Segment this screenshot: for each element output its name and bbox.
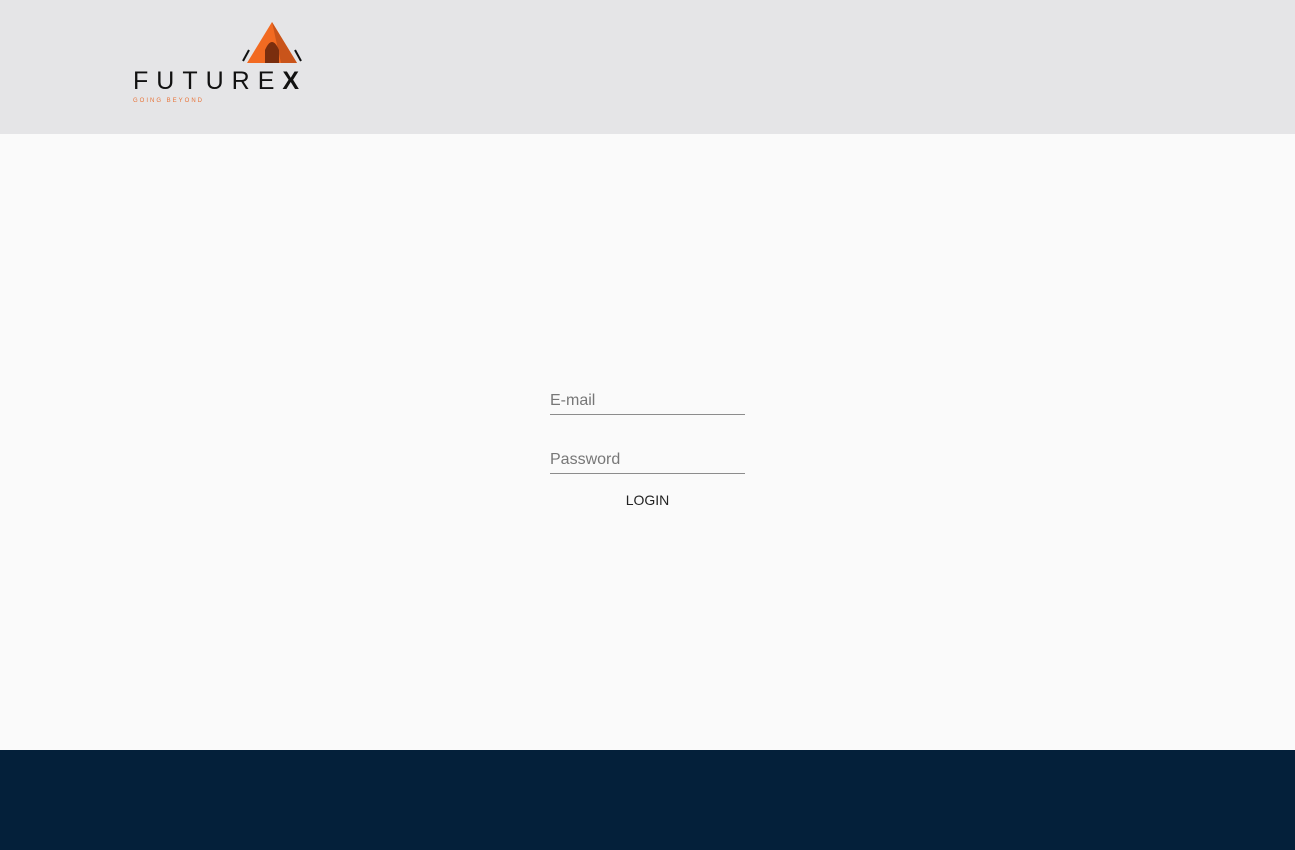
tent-icon bbox=[242, 22, 302, 63]
login-button[interactable]: LOGIN bbox=[550, 490, 745, 510]
password-field[interactable] bbox=[550, 451, 745, 469]
logo-wordmark: FUTUREX bbox=[133, 67, 300, 95]
login-form: LOGIN bbox=[550, 384, 745, 508]
futurex-logo[interactable]: FUTUREX GOING BEYOND bbox=[133, 20, 303, 106]
header: FUTUREX GOING BEYOND bbox=[0, 0, 1295, 134]
email-field[interactable] bbox=[550, 392, 745, 410]
main-content: LOGIN bbox=[0, 134, 1295, 750]
email-field-container bbox=[550, 384, 745, 415]
password-field-container bbox=[550, 443, 745, 474]
footer bbox=[0, 750, 1295, 850]
logo-tagline: GOING BEYOND bbox=[133, 98, 205, 104]
